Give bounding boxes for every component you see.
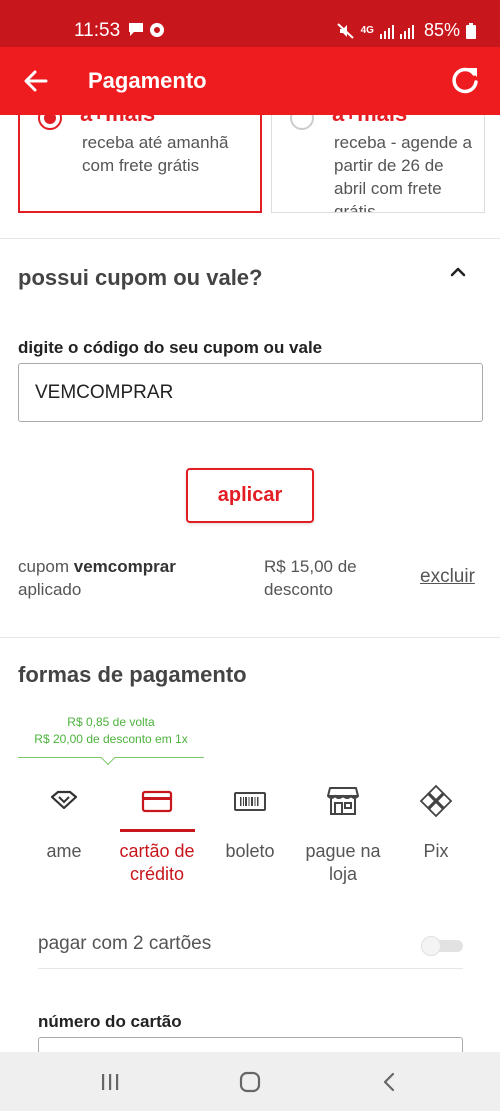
- payment-method-label: cartão de crédito: [119, 841, 195, 884]
- payment-method-boleto[interactable]: boleto: [205, 784, 295, 863]
- chat-notification-icon: [129, 23, 164, 37]
- payment-method-store[interactable]: pague na loja: [298, 784, 388, 886]
- payment-method-ame[interactable]: ame: [19, 784, 109, 863]
- payment-method-label: ame: [46, 841, 82, 861]
- status-bar: 11:53 4G 85%: [0, 0, 500, 47]
- payment-method-label: pague na loja: [305, 841, 381, 884]
- shipping-option-scheduled[interactable]: a+mais receba - agende a partir de 26 de…: [271, 115, 485, 213]
- mute-icon: [336, 22, 354, 39]
- refresh-icon[interactable]: [450, 65, 480, 95]
- row-divider: [38, 968, 463, 969]
- store-icon: [327, 787, 359, 815]
- shipping-brand: a+mais: [332, 115, 407, 127]
- recent-apps-icon[interactable]: [98, 1070, 122, 1094]
- home-icon[interactable]: [238, 1070, 262, 1094]
- coupon-applied-text: cupom vemcomprar aplicado: [18, 555, 218, 601]
- coupon-input-label: digite o código do seu cupom ou vale: [18, 338, 323, 357]
- apply-coupon-button[interactable]: aplicar: [186, 468, 314, 523]
- notification-icons: [128, 22, 168, 43]
- section-divider: [0, 238, 500, 239]
- battery-icon: [466, 22, 476, 39]
- shipping-brand: a+mais: [80, 115, 155, 127]
- toggle-knob: [421, 936, 441, 956]
- shipping-description: receba - agende a partir de 26 de abril …: [334, 133, 472, 213]
- two-cards-toggle[interactable]: [421, 936, 463, 956]
- page-title: Pagamento: [88, 68, 207, 93]
- barcode-icon: [234, 792, 266, 811]
- app-bar: Pagamento: [0, 47, 500, 115]
- shipping-description: receba até amanhã com frete grátis: [82, 133, 229, 175]
- radio-unselected[interactable]: [290, 115, 314, 130]
- system-nav-bar: [0, 1052, 500, 1111]
- battery-percent: 85%: [423, 20, 460, 40]
- payment-method-label: boleto: [225, 841, 275, 861]
- promo-pointer: [100, 750, 116, 766]
- two-cards-label: pagar com 2 cartões: [38, 933, 212, 954]
- applied-code: vemcomprar: [73, 557, 176, 576]
- promo-cashback: R$ 0,85 de volta: [67, 715, 155, 729]
- status-right: 4G 85%: [336, 20, 476, 41]
- chevron-up-icon[interactable]: [448, 262, 468, 282]
- coupon-input[interactable]: [18, 363, 483, 422]
- payment-section-title: formas de pagamento: [18, 662, 247, 687]
- applied-prefix: cupom: [18, 557, 70, 576]
- payment-method-label: Pix: [423, 841, 449, 861]
- coupon-section-title[interactable]: possui cupom ou vale?: [18, 265, 262, 291]
- ame-heart-icon: [50, 790, 78, 810]
- back-icon[interactable]: [378, 1070, 402, 1094]
- signal-icon: [379, 24, 414, 39]
- payment-method-pix[interactable]: Pix: [391, 784, 481, 863]
- payment-method-credit-card[interactable]: cartão de crédito: [112, 784, 202, 886]
- active-method-indicator: [120, 829, 195, 832]
- remove-coupon-link[interactable]: excluir: [420, 566, 475, 588]
- network-label: 4G: [360, 24, 374, 36]
- payment-promo: R$ 0,85 de volta R$ 20,00 de desconto em…: [18, 714, 204, 748]
- coupon-discount: R$ 15,00 de desconto: [264, 557, 357, 599]
- pix-icon: [419, 784, 453, 818]
- applied-suffix: aplicado: [18, 580, 82, 599]
- status-time: 11:53: [74, 20, 121, 41]
- shipping-option-next-day[interactable]: a+mais receba até amanhã com frete gráti…: [18, 115, 262, 213]
- back-arrow-icon[interactable]: [22, 67, 50, 95]
- credit-card-icon: [141, 790, 173, 813]
- section-divider: [0, 637, 500, 638]
- promo-discount: R$ 20,00 de desconto em 1x: [34, 732, 188, 746]
- card-number-label: número do cartão: [38, 1012, 182, 1031]
- radio-selected[interactable]: [38, 115, 62, 130]
